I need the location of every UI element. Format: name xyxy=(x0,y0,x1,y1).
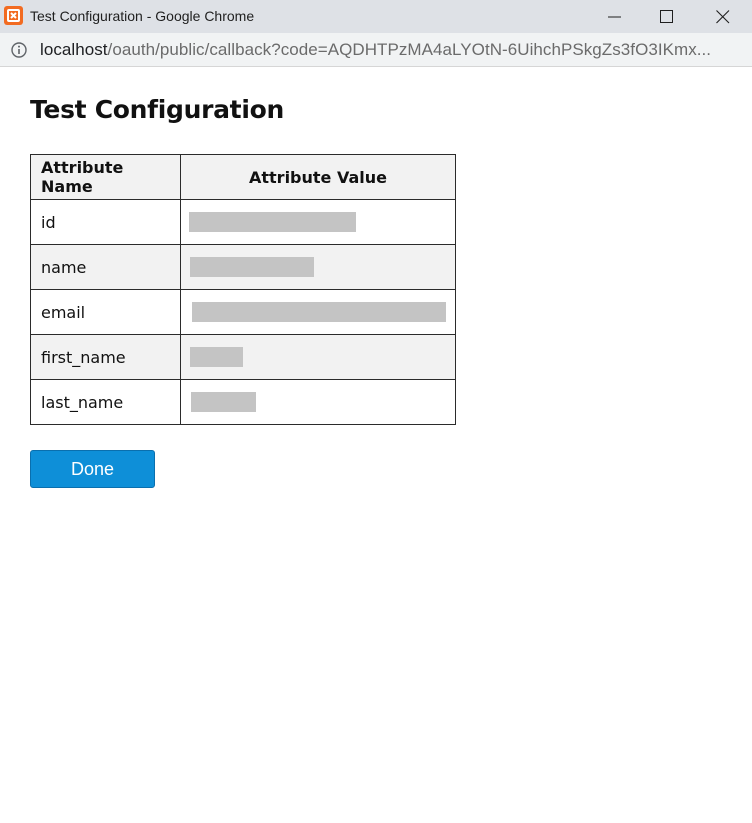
url-text[interactable]: localhost/oauth/public/callback?code=AQD… xyxy=(40,40,711,60)
attribute-value-cell xyxy=(180,379,456,425)
header-attribute-value: Attribute Value xyxy=(180,154,456,200)
minimize-button[interactable] xyxy=(590,0,640,33)
window-titlebar: Test Configuration - Google Chrome xyxy=(0,0,752,33)
attribute-name-cell: last_name xyxy=(30,379,181,425)
maximize-button[interactable] xyxy=(642,0,692,33)
redacted-value xyxy=(191,392,256,412)
attribute-name-cell: first_name xyxy=(30,334,181,380)
attribute-name-cell: name xyxy=(30,244,181,290)
redacted-value xyxy=(189,212,356,232)
redacted-value xyxy=(192,302,446,322)
table-header-row: Attribute Name Attribute Value xyxy=(30,154,456,200)
attribute-value-cell xyxy=(180,244,456,290)
table-row: id xyxy=(30,199,456,245)
minimize-icon xyxy=(608,16,621,18)
window-title: Test Configuration - Google Chrome xyxy=(30,8,255,24)
table-row: email xyxy=(30,289,456,335)
attribute-name-cell: email xyxy=(30,289,181,335)
done-button[interactable]: Done xyxy=(30,450,155,488)
attribute-value-cell xyxy=(180,199,456,245)
page-title: Test Configuration xyxy=(30,95,284,124)
close-button[interactable] xyxy=(698,0,748,33)
xampp-icon xyxy=(4,6,23,25)
url-path: /oauth/public/callback?code=AQDHTPzMA4aL… xyxy=(107,40,712,59)
attribute-table: Attribute Name Attribute Value id name e… xyxy=(30,154,456,425)
header-attribute-name: Attribute Name xyxy=(30,154,181,200)
table-row: first_name xyxy=(30,334,456,380)
maximize-icon xyxy=(660,10,673,23)
info-icon[interactable] xyxy=(11,42,27,58)
attribute-name-cell: id xyxy=(30,199,181,245)
page-content: Test Configuration Attribute Name Attrib… xyxy=(0,67,752,823)
table-row: name xyxy=(30,244,456,290)
address-bar[interactable]: localhost/oauth/public/callback?code=AQD… xyxy=(0,33,752,67)
attribute-value-cell xyxy=(180,289,456,335)
close-icon xyxy=(716,10,730,24)
url-host: localhost xyxy=(40,40,108,59)
redacted-value xyxy=(190,347,243,367)
attribute-value-cell xyxy=(180,334,456,380)
table-row: last_name xyxy=(30,379,456,425)
redacted-value xyxy=(190,257,314,277)
